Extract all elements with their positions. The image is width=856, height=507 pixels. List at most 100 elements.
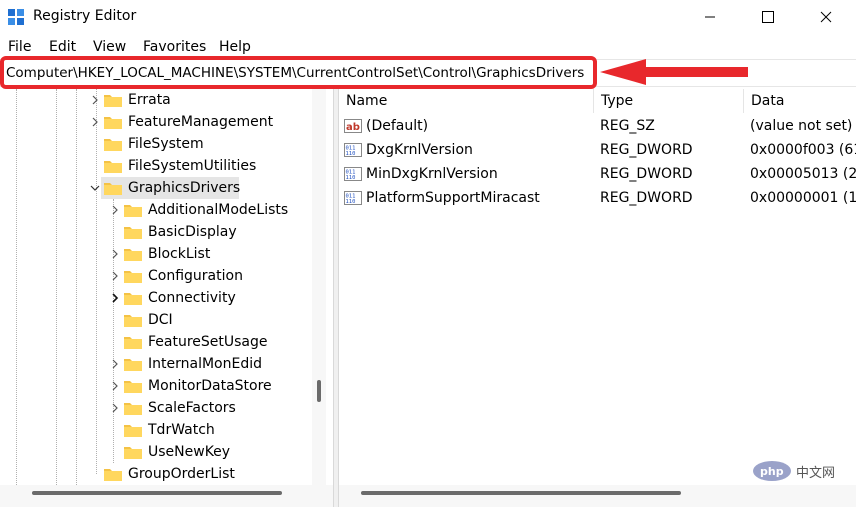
annotation-highlight-box [0,56,597,89]
chevron-down-icon[interactable] [89,182,101,194]
tree-item-usenewkey[interactable]: UseNewKey [109,441,230,463]
menu-favorites[interactable]: Favorites [143,39,206,55]
tree-item-label: FeatureManagement [128,114,274,130]
tree-horizontal-scroll-thumb[interactable] [32,491,282,495]
php-logo-icon: php [753,461,791,481]
tree-item-filesystem[interactable]: FileSystem [89,133,204,155]
menu-edit[interactable]: Edit [49,39,76,55]
binary-value-icon: 011 110 [344,191,362,205]
tree-item-additionalmodelists[interactable]: AdditionalModeLists [109,199,288,221]
maximize-button[interactable] [738,0,798,34]
minimize-button[interactable] [680,0,740,34]
value-row[interactable]: 011 110 MinDxgKrnlVersion REG_DWORD 0x00… [339,162,856,186]
folder-icon [104,161,122,173]
list-horizontal-scroll-thumb[interactable] [361,491,681,495]
tree-item-label: FileSystem [128,136,204,152]
tree-horizontal-scrollbar[interactable] [0,485,333,507]
list-horizontal-scrollbar[interactable] [339,485,856,507]
tree-item-label: FeatureSetUsage [148,334,268,350]
watermark-text: 中文网 [796,465,836,481]
tree-item-featuremanagement[interactable]: FeatureManagement [89,111,273,133]
value-row[interactable]: ab (Default) REG_SZ (value not set) [339,114,856,138]
folder-icon [124,403,142,415]
tree-item-basicdisplay[interactable]: BasicDisplay [109,221,237,243]
value-name: PlatformSupportMiracast [366,190,540,206]
column-header-name[interactable]: Name [339,89,593,113]
string-value-icon: ab [344,119,362,133]
chevron-right-icon[interactable] [109,358,121,370]
key-tree: Errata FeatureManagement FileSystem File… [0,89,333,485]
tree-item-blocklist[interactable]: BlockList [109,243,210,265]
binary-value-icon: 011 110 [344,143,362,157]
tree-item-grouporderlist[interactable]: GroupOrderList [89,463,235,485]
folder-icon [104,469,122,481]
tree-item-label: ScaleFactors [148,400,236,416]
column-header-data[interactable]: Data [743,89,856,113]
folder-icon [124,337,142,349]
tree-item-scalefactors[interactable]: ScaleFactors [109,397,236,419]
folder-icon [124,315,142,327]
chevron-right-icon[interactable] [109,270,121,282]
tree-item-label: Connectivity [148,290,236,306]
menu-help[interactable]: Help [219,39,251,55]
chevron-right-icon[interactable] [109,380,121,392]
folder-icon [124,205,142,217]
folder-icon [124,359,142,371]
tree-item-label: InternalMonEdid [148,356,262,372]
maximize-icon [762,11,774,23]
tree-item-errata[interactable]: Errata [89,89,171,111]
value-data: 0x00005013 (20 [750,166,856,182]
value-row[interactable]: 011 110 DxgKrnlVersion REG_DWORD 0x0000f… [339,138,856,162]
tree-item-label: GraphicsDrivers [128,180,241,196]
tree-item-internalmonedid[interactable]: InternalMonEdid [109,353,262,375]
tree-item-graphicsdrivers[interactable]: GraphicsDrivers [89,177,240,199]
folder-icon [124,227,142,239]
tree-item-connectivity[interactable]: Connectivity [109,287,236,309]
tree-item-label: GroupOrderList [128,466,235,482]
tree-item-featuresetusage[interactable]: FeatureSetUsage [109,331,268,353]
chevron-right-icon[interactable] [109,204,121,216]
menu-file[interactable]: File [8,39,31,55]
values-list: Name Type Data ab (Default) REG_SZ (valu… [339,89,856,485]
tree-guide [56,89,57,485]
tree-guide [16,89,17,485]
svg-text:php: php [760,465,784,478]
tree-item-tdrwatch[interactable]: TdrWatch [109,419,215,441]
folder-icon [104,139,122,151]
tree-item-label: UseNewKey [148,444,231,460]
tree-item-filesystemutilities[interactable]: FileSystemUtilities [89,155,256,177]
chevron-right-icon[interactable] [109,292,121,304]
tree-item-monitordatastore[interactable]: MonitorDataStore [109,375,272,397]
tree-item-label: Errata [128,92,171,108]
annotation-arrow-icon [600,59,748,85]
chevron-right-icon[interactable] [89,94,101,106]
tree-vertical-scrollbar[interactable] [312,89,326,485]
folder-icon [124,425,142,437]
chevron-right-icon[interactable] [109,402,121,414]
binary-value-icon: 011 110 [344,167,362,181]
tree-item-dci[interactable]: DCI [109,309,173,331]
column-header-type[interactable]: Type [593,89,743,113]
value-type: REG_SZ [600,118,655,134]
tree-item-label: AdditionalModeLists [148,202,289,218]
value-row[interactable]: 011 110 PlatformSupportMiracast REG_DWOR… [339,186,856,210]
tree-item-label: MonitorDataStore [148,378,272,394]
chevron-right-icon[interactable] [89,116,101,128]
folder-icon [124,293,142,305]
folder-icon [104,95,122,107]
tree-item-configuration[interactable]: Configuration [109,265,243,287]
window-title: Registry Editor [33,8,137,24]
watermark: php 中文网 [752,460,835,482]
chevron-right-icon[interactable] [109,248,121,260]
close-button[interactable] [796,0,856,34]
tree-item-label: DCI [148,312,173,328]
folder-icon [124,381,142,393]
value-data: 0x00000001 (1) [750,190,856,206]
tree-item-label: FileSystemUtilities [128,158,257,174]
tree-vertical-scroll-thumb[interactable] [317,380,321,402]
tree-item-label: Configuration [148,268,243,284]
folder-icon [124,249,142,261]
folder-icon [124,271,142,283]
svg-text:ab: ab [346,122,360,133]
menu-view[interactable]: View [93,39,126,55]
